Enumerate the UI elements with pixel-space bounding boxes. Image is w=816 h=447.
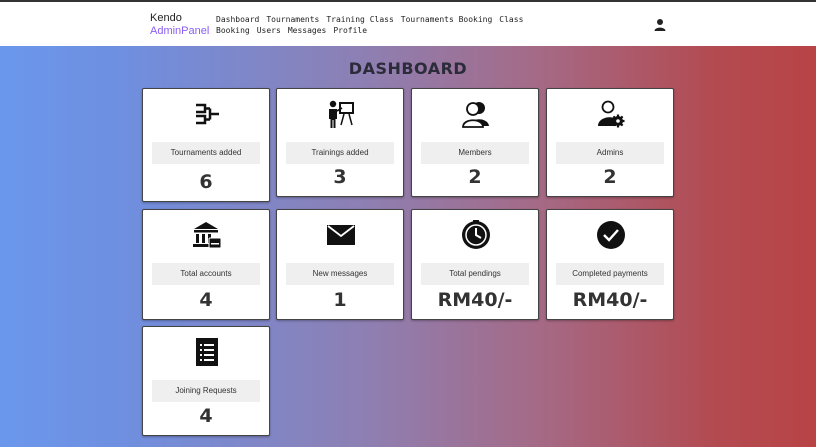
card-label: Admins <box>556 142 664 164</box>
card-label: Total pendings <box>421 263 529 285</box>
brand-logo[interactable]: Kendo AdminPanel <box>150 12 209 38</box>
admin-gear-icon <box>598 100 625 128</box>
card-joining-requests[interactable]: Joining Requests 4 <box>142 326 270 436</box>
nav-messages[interactable]: Messages <box>288 26 327 35</box>
card-value: 2 <box>468 166 482 188</box>
card-completed-payments[interactable]: Completed payments RM40/- <box>546 209 674 320</box>
check-circle-icon <box>597 221 625 249</box>
card-value: RM40/- <box>572 289 648 311</box>
card-members[interactable]: Members 2 <box>411 88 539 197</box>
document-list-icon <box>196 338 218 366</box>
main-nav: Dashboard Tournaments Training Class Tourna… <box>216 14 636 36</box>
card-tournaments[interactable]: Tournaments added 6 <box>142 88 270 202</box>
card-value: 6 <box>199 171 213 193</box>
members-icon <box>462 102 489 128</box>
card-trainings[interactable]: Trainings added 3 <box>276 88 404 197</box>
card-label: Completed payments <box>556 263 664 285</box>
page-title: DASHBOARD <box>348 59 468 78</box>
card-total-accounts[interactable]: Total accounts 4 <box>142 209 270 320</box>
card-label: Members <box>421 142 529 164</box>
card-label: Tournaments added <box>152 142 260 164</box>
card-label: Trainings added <box>286 142 394 164</box>
card-label: Joining Requests <box>152 380 260 402</box>
card-label: Total accounts <box>152 263 260 285</box>
nav-tournaments[interactable]: Tournaments <box>266 15 319 24</box>
top-navbar: Kendo AdminPanel Dashboard Tournaments Tra… <box>0 0 816 46</box>
teacher-board-icon <box>329 100 354 128</box>
card-value: 2 <box>603 166 617 188</box>
card-value: 1 <box>333 289 347 311</box>
brand-line1: Kendo <box>150 12 182 24</box>
card-admins[interactable]: Admins 2 <box>546 88 674 197</box>
nav-profile[interactable]: Profile <box>333 26 367 35</box>
clock-icon <box>462 220 490 249</box>
card-value: 3 <box>333 166 347 188</box>
card-value: 4 <box>199 405 213 427</box>
envelope-icon <box>327 225 355 245</box>
nav-training-class[interactable]: Training Class <box>326 15 393 24</box>
card-new-messages[interactable]: New messages 1 <box>276 209 404 320</box>
card-label: New messages <box>286 263 394 285</box>
nav-dashboard[interactable]: Dashboard <box>216 15 259 24</box>
card-total-pendings[interactable]: Total pendings RM40/- <box>411 209 539 320</box>
tournament-bracket-icon <box>196 103 219 125</box>
user-icon[interactable] <box>654 18 666 32</box>
brand-line2: AdminPanel <box>150 25 210 37</box>
card-value: RM40/- <box>437 289 513 311</box>
nav-tournaments-booking[interactable]: Tournaments Booking <box>401 15 493 24</box>
card-value: 4 <box>199 289 213 311</box>
bank-icon <box>193 222 222 249</box>
dashboard-area: DASHBOARD Tournaments added 6 Trainings … <box>0 46 816 447</box>
nav-users[interactable]: Users <box>257 26 281 35</box>
